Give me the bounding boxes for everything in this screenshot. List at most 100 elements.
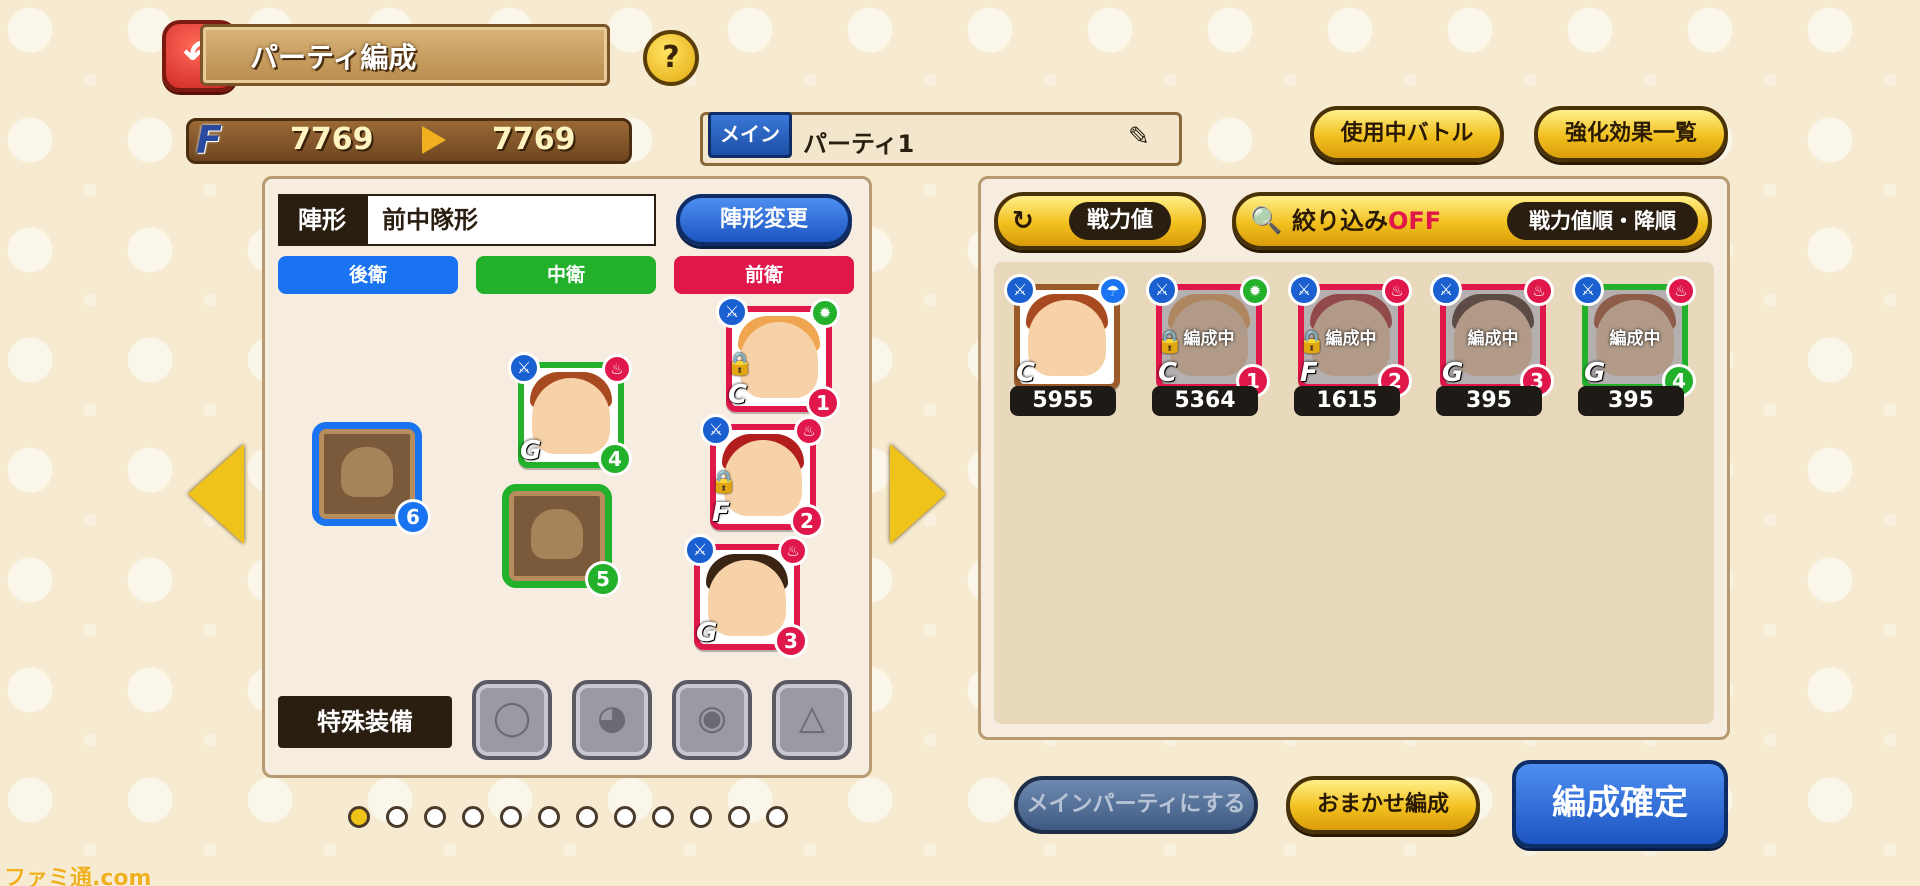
- party-slot-2[interactable]: ⚔ ♨ 🔒 F 2: [700, 414, 824, 538]
- page-dot[interactable]: [614, 806, 636, 828]
- page-dot[interactable]: [728, 806, 750, 828]
- sword-icon: ⚔: [1430, 274, 1462, 306]
- rank-letter: F: [712, 498, 730, 528]
- rank-letter: G: [520, 436, 542, 466]
- power-value: 5955: [1010, 386, 1116, 416]
- rank-letter: C: [1016, 358, 1036, 388]
- prev-party-arrow-icon[interactable]: [188, 444, 244, 544]
- sort-by-button[interactable]: ↻ 戦力値: [994, 192, 1206, 250]
- sword-icon: ⚔: [684, 534, 716, 566]
- equipment-slot-ring-icon[interactable]: ◯: [472, 680, 552, 760]
- page-dot[interactable]: [348, 806, 370, 828]
- silhouette-icon: [531, 509, 583, 559]
- f-next-value: 7769: [492, 122, 576, 157]
- party-slot-6-empty[interactable]: 6: [312, 422, 431, 535]
- battle-in-use-button[interactable]: 使用中バトル: [1310, 106, 1504, 162]
- next-party-arrow-icon[interactable]: [890, 444, 946, 544]
- formation-label: 陣形: [278, 194, 366, 246]
- change-formation-button[interactable]: 陣形変更: [676, 194, 852, 246]
- fire-icon: ♨: [602, 354, 632, 384]
- filter-state: OFF: [1388, 207, 1442, 235]
- roster-character-5[interactable]: 編成中 ⚔ ♨ G 4: [1572, 274, 1696, 398]
- lock-icon: 🔒: [726, 352, 754, 377]
- slot-number-badge: 6: [395, 499, 431, 535]
- roster-character-4[interactable]: 編成中 ⚔ ♨ G 3: [1430, 274, 1554, 398]
- power-value: 395: [1578, 386, 1684, 416]
- row-back-tag: 後衛: [278, 256, 458, 294]
- character-portrait: [708, 560, 786, 636]
- refresh-icon: ↻: [1012, 206, 1034, 236]
- roster-character-1[interactable]: ⚔ ☂ C: [1004, 274, 1128, 390]
- sword-icon: ⚔: [1146, 274, 1178, 306]
- page-dot[interactable]: [766, 806, 788, 828]
- fire-icon: ♨: [1524, 276, 1554, 306]
- fire-icon: ♨: [778, 536, 808, 566]
- slot-number-badge: 1: [806, 386, 840, 420]
- character-portrait: [1028, 300, 1106, 376]
- rank-letter: G: [696, 618, 718, 648]
- filter-button[interactable]: 🔍 絞り込みOFF 戦力値順・降順: [1232, 192, 1712, 250]
- sort-by-label: 戦力値: [1068, 202, 1171, 240]
- equipment-slot-helmet-icon[interactable]: ◕: [572, 680, 652, 760]
- search-icon: 🔍: [1250, 206, 1283, 236]
- rank-letter: C: [1158, 358, 1178, 388]
- watermark: ファミ通.com: [4, 866, 152, 886]
- page-dot[interactable]: [690, 806, 712, 828]
- f-current-value: 7769: [290, 122, 374, 157]
- party-name: パーティ1: [803, 130, 915, 158]
- power-value: 395: [1436, 386, 1542, 416]
- main-party-tag: メイン: [708, 112, 792, 158]
- sword-icon: ⚔: [1288, 274, 1320, 306]
- party-slot-4[interactable]: ⚔ ♨ G 4: [508, 352, 632, 476]
- water-icon: ☂: [1098, 276, 1128, 306]
- fire-icon: ♨: [1382, 276, 1412, 306]
- party-slot-1[interactable]: ⚔ ✹ 🔒 C 1: [716, 296, 840, 420]
- sword-icon: ⚔: [1004, 274, 1036, 306]
- slot-number-badge: 5: [585, 561, 621, 597]
- sword-icon: ⚔: [716, 296, 748, 328]
- rank-letter: G: [1442, 358, 1464, 388]
- power-value: 5364: [1152, 386, 1258, 416]
- silhouette-icon: [341, 447, 393, 497]
- slot-number-badge: 2: [790, 504, 824, 538]
- page-dot[interactable]: [386, 806, 408, 828]
- rank-letter: C: [728, 380, 748, 410]
- power-value: 1615: [1294, 386, 1400, 416]
- row-middle-tag: 中衛: [476, 256, 656, 294]
- row-front-tag: 前衛: [674, 256, 854, 294]
- lock-icon: 🔒: [1156, 330, 1184, 355]
- fire-icon: ♨: [794, 416, 824, 446]
- page-dot[interactable]: [462, 806, 484, 828]
- slot-number-badge: 3: [774, 624, 808, 658]
- page-dot[interactable]: [500, 806, 522, 828]
- confirm-formation-button[interactable]: 編成確定: [1512, 760, 1728, 848]
- enhance-list-button[interactable]: 強化効果一覧: [1534, 106, 1728, 162]
- sword-icon: ⚔: [508, 352, 540, 384]
- lock-icon: 🔒: [710, 470, 738, 495]
- character-portrait: [532, 378, 610, 454]
- page-dot[interactable]: [652, 806, 674, 828]
- equipment-slot-pouch-icon[interactable]: △: [772, 680, 852, 760]
- page-dot[interactable]: [424, 806, 446, 828]
- equipment-slot-amulet-icon[interactable]: ◉: [672, 680, 752, 760]
- rank-letter: G: [1584, 358, 1606, 388]
- help-button[interactable]: ?: [643, 30, 699, 86]
- auto-formation-button[interactable]: おまかせ編成: [1286, 776, 1480, 834]
- pencil-icon[interactable]: ✎: [1128, 122, 1150, 152]
- party-slot-5-empty[interactable]: 5: [502, 484, 621, 597]
- sword-icon: ⚔: [1572, 274, 1604, 306]
- formation-value: 前中隊形: [366, 194, 656, 246]
- sort-order-label: 戦力値順・降順: [1507, 202, 1698, 240]
- f-rank-icon: F: [196, 118, 222, 162]
- fire-icon: ♨: [1666, 276, 1696, 306]
- wind-icon: ✹: [810, 298, 840, 328]
- set-main-party-button[interactable]: メインパーティにする: [1014, 776, 1258, 834]
- page-dot[interactable]: [538, 806, 560, 828]
- arrow-right-icon: [422, 126, 446, 154]
- slot-number-badge: 4: [598, 442, 632, 476]
- roster-character-2[interactable]: 編成中 ⚔ ✹ 🔒 C 1: [1146, 274, 1270, 398]
- party-slot-3[interactable]: ⚔ ♨ G 3: [684, 534, 808, 658]
- page-dot[interactable]: [576, 806, 598, 828]
- roster-character-3[interactable]: 編成中 ⚔ ♨ 🔒 F 2: [1288, 274, 1412, 398]
- rank-letter: F: [1300, 358, 1318, 388]
